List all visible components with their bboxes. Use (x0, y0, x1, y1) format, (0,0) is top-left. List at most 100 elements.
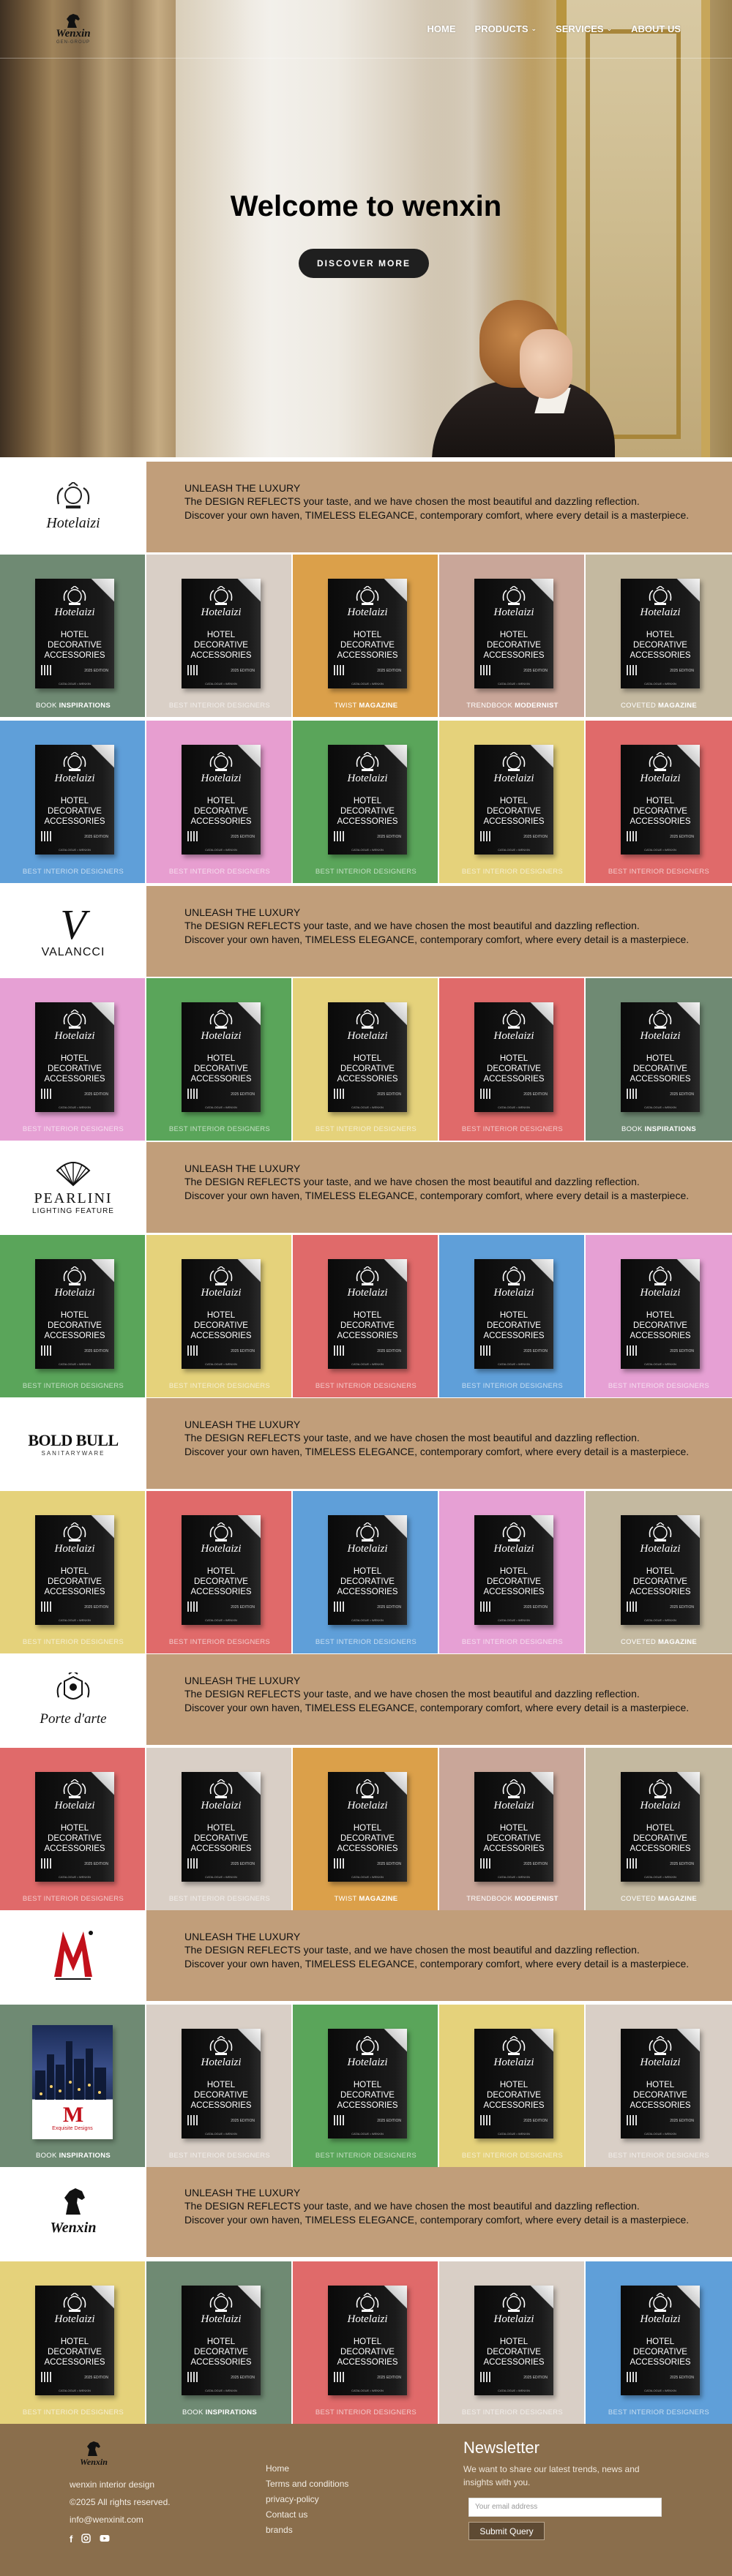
catalogue-tile[interactable]: Hotelaizi HOTEL DECORATIVE ACCESSORIES 2025 … (146, 978, 293, 1141)
brand-logo-hotelaizi[interactable]: Hotelaizi (46, 481, 100, 532)
brand-logo-m[interactable]: M (50, 1927, 97, 1985)
catalogue-tile[interactable]: Hotelaizi HOTEL DECORATIVE ACCESSORIES 2025 … (146, 721, 293, 883)
book-title-line: HOTEL (60, 1567, 89, 1576)
page-curl (530, 745, 553, 768)
brand-logo-wenxin[interactable]: Wenxin (51, 2187, 96, 2237)
newsletter-email-input[interactable]: Your email address (468, 2498, 662, 2517)
catalogue-tile[interactable]: Hotelaizi HOTEL DECORATIVE ACCESSORIES 2025 … (586, 555, 732, 717)
catalogue-tile[interactable]: Hotelaizi HOTEL DECORATIVE ACCESSORIES 2025 … (586, 1491, 732, 1653)
instagram-icon[interactable] (81, 2534, 92, 2545)
book-title-line: DECORATIVE (340, 2348, 395, 2357)
catalogue-tile[interactable]: Hotelaizi HOTEL DECORATIVE ACCESSORIES 2025 … (439, 2005, 586, 2167)
book-brand: Hotelaizi (640, 773, 681, 784)
catalogue-tile[interactable]: Hotelaizi HOTEL DECORATIVE ACCESSORIES 2025 … (293, 1748, 439, 1910)
catalogue-tile[interactable]: Hotelaizi HOTEL DECORATIVE ACCESSORIES 2025 … (146, 2005, 293, 2167)
footer-link-terms[interactable]: Terms and conditions (266, 2477, 348, 2492)
hero-title: Welcome to wenxin (230, 190, 502, 222)
brand-logo-porte-darte[interactable]: Porte d'arte (40, 1670, 107, 1727)
book-title-line: ACCESSORIES (190, 2101, 252, 2110)
book-title-line: HOTEL (353, 797, 382, 806)
facebook-icon[interactable]: f (70, 2534, 72, 2545)
nav-products[interactable]: PRODUCTS ⌄ (475, 23, 537, 34)
brand-band: PEARLINI LIGHTING FEATURE UNLEASH THE LUXU… (0, 1142, 732, 1233)
discover-more-button[interactable]: DISCOVER MORE (299, 249, 429, 278)
catalogue-tile[interactable]: Hotelaizi HOTEL DECORATIVE ACCESSORIES 2025 … (146, 1235, 293, 1397)
catalogue-tile[interactable]: M Exquisite Designs BOOK INSPIRATIONS (0, 2005, 146, 2167)
catalogue-tile[interactable]: Hotelaizi HOTEL DECORATIVE ACCESSORIES 2025 … (293, 2261, 439, 2424)
catalogue-tile[interactable]: Hotelaizi HOTEL DECORATIVE ACCESSORIES 2025 … (439, 978, 586, 1141)
lion-crest-icon (499, 1779, 529, 1801)
catalogue-tile[interactable]: Hotelaizi HOTEL DECORATIVE ACCESSORIES 2025 … (439, 1748, 586, 1910)
book-footer: CATALOGUE • WENXIN (498, 1618, 530, 1622)
footer-link-brands[interactable]: brands (266, 2523, 348, 2538)
nav-services[interactable]: SERVICES ⌄ (556, 23, 612, 34)
catalogue-tile[interactable]: Hotelaizi HOTEL DECORATIVE ACCESSORIES 2025 … (0, 555, 146, 717)
catalogue-tile[interactable]: Hotelaizi HOTEL DECORATIVE ACCESSORIES 2025 … (293, 1235, 439, 1397)
catalogue-tile[interactable]: Hotelaizi HOTEL DECORATIVE ACCESSORIES 2025 … (0, 978, 146, 1141)
qr-code-icon (480, 1345, 490, 1356)
footer-link-privacy[interactable]: privacy-policy (266, 2492, 348, 2507)
book-brand: Hotelaizi (201, 1030, 242, 1042)
brand-logo-area: BOLD BULL SANITARYWARE (15, 1402, 132, 1484)
footer-link-home[interactable]: Home (266, 2461, 348, 2477)
catalogue-tile[interactable]: Hotelaizi HOTEL DECORATIVE ACCESSORIES 2025 … (586, 1748, 732, 1910)
catalogue-tile[interactable]: Hotelaizi HOTEL DECORATIVE ACCESSORIES 2025 … (586, 2005, 732, 2167)
book-tag: 2025 EDITION (377, 1862, 401, 1866)
catalogue-tile[interactable]: Hotelaizi HOTEL DECORATIVE ACCESSORIES 2025 … (586, 2261, 732, 2424)
footer-link-contact[interactable]: Contact us (266, 2507, 348, 2523)
newsletter-submit-button[interactable]: Submit Query (468, 2522, 545, 2540)
brand-logo-boldbull[interactable]: BOLD BULL SANITARYWARE (28, 1431, 119, 1457)
tile-caption: BEST INTERIOR DESIGNERS (586, 1382, 732, 1390)
tile-caption-strong: MAGAZINE (359, 702, 398, 710)
book-footer: CATALOGUE • WENXIN (205, 682, 237, 686)
nav-about-us[interactable]: ABOUT US (631, 23, 681, 34)
catalogue-tile[interactable]: Hotelaizi HOTEL DECORATIVE ACCESSORIES 2025 … (293, 2005, 439, 2167)
nav-about-label: ABOUT US (631, 23, 681, 34)
book-tag: 2025 EDITION (670, 669, 694, 673)
catalogue-tile[interactable]: Hotelaizi HOTEL DECORATIVE ACCESSORIES 2025 … (439, 1235, 586, 1397)
catalogue-tile[interactable]: Hotelaizi HOTEL DECORATIVE ACCESSORIES 2025 … (586, 1235, 732, 1397)
catalogue-tile[interactable]: Hotelaizi HOTEL DECORATIVE ACCESSORIES 2025 … (586, 978, 732, 1141)
book-tag: 2025 EDITION (523, 2119, 548, 2123)
catalogue-tile[interactable]: Hotelaizi HOTEL DECORATIVE ACCESSORIES 2025 … (293, 555, 439, 717)
book-footer: CATALOGUE • WENXIN (351, 1362, 384, 1366)
catalogue-row: Hotelaizi HOTEL DECORATIVE ACCESSORIES 2025 … (0, 1235, 732, 1397)
book-title-line: DECORATIVE (48, 641, 102, 650)
band-line-1: The DESIGN REFLECTS your taste, and we h… (184, 1944, 640, 1956)
catalogue-tile[interactable]: Hotelaizi HOTEL DECORATIVE ACCESSORIES 2025 … (293, 721, 439, 883)
site-logo[interactable]: Wenxin GEN-GROUP (47, 13, 100, 48)
brand-logo-valancci[interactable]: V VALANCCI (42, 904, 105, 959)
tile-caption: BEST INTERIOR DESIGNERS (586, 868, 732, 876)
catalogue-tile[interactable]: Hotelaizi HOTEL DECORATIVE ACCESSORIES 2025 … (439, 721, 586, 883)
catalogue-tile[interactable]: Hotelaizi HOTEL DECORATIVE ACCESSORIES 2025 … (146, 555, 293, 717)
book-title-line: HOTEL (499, 2337, 529, 2346)
book-title-line: HOTEL (353, 1567, 382, 1576)
brand-logo-pearlini[interactable]: PEARLINI LIGHTING FEATURE (32, 1160, 114, 1215)
catalogue-tile[interactable]: Hotelaizi HOTEL DECORATIVE ACCESSORIES 2025 … (0, 2261, 146, 2424)
book-title: HOTEL DECORATIVE ACCESSORIES (182, 630, 261, 661)
catalogue-tile[interactable]: Hotelaizi HOTEL DECORATIVE ACCESSORIES 2025 … (586, 721, 732, 883)
book-title-line: DECORATIVE (340, 1834, 395, 1843)
catalogue-tile[interactable]: Hotelaizi HOTEL DECORATIVE ACCESSORIES 2025 … (0, 721, 146, 883)
band-heading: UNLEASH THE LUXURY (184, 906, 301, 918)
catalogue-tile[interactable]: Hotelaizi HOTEL DECORATIVE ACCESSORIES 2025 … (0, 1491, 146, 1653)
catalogue-tile[interactable]: Hotelaizi HOTEL DECORATIVE ACCESSORIES 2025 … (293, 1491, 439, 1653)
youtube-icon[interactable] (100, 2534, 110, 2545)
tile-caption-text: BEST INTERIOR DESIGNERS (461, 2152, 564, 2160)
catalogue-tile[interactable]: Hotelaizi HOTEL DECORATIVE ACCESSORIES 2025 … (439, 2261, 586, 2424)
footer-logo[interactable]: Wenxin (72, 2440, 116, 2472)
catalogue-tile[interactable]: Hotelaizi HOTEL DECORATIVE ACCESSORIES 2025 … (439, 1491, 586, 1653)
catalogue-tile[interactable]: Hotelaizi HOTEL DECORATIVE ACCESSORIES 2025 … (146, 1491, 293, 1653)
catalogue-tile[interactable]: Hotelaizi HOTEL DECORATIVE ACCESSORIES 2025 … (0, 1235, 146, 1397)
catalogue-tile[interactable]: Hotelaizi HOTEL DECORATIVE ACCESSORIES 2025 … (293, 978, 439, 1141)
catalogue-tile[interactable]: Hotelaizi HOTEL DECORATIVE ACCESSORIES 2025 … (146, 2261, 293, 2424)
catalogue-tile[interactable]: Hotelaizi HOTEL DECORATIVE ACCESSORIES 2025 … (0, 1748, 146, 1910)
book-title-line: ACCESSORIES (190, 817, 252, 826)
footer-email-link[interactable]: info@wenxinit.com (70, 2515, 143, 2525)
qr-code-icon (480, 1089, 490, 1099)
book-tag: 2025 EDITION (84, 2376, 108, 2380)
book-footer: CATALOGUE • WENXIN (644, 848, 676, 852)
catalogue-tile[interactable]: Hotelaizi HOTEL DECORATIVE ACCESSORIES 2025 … (146, 1748, 293, 1910)
nav-home[interactable]: HOME (427, 23, 456, 34)
catalogue-tile[interactable]: Hotelaizi HOTEL DECORATIVE ACCESSORIES 2025 … (439, 555, 586, 717)
